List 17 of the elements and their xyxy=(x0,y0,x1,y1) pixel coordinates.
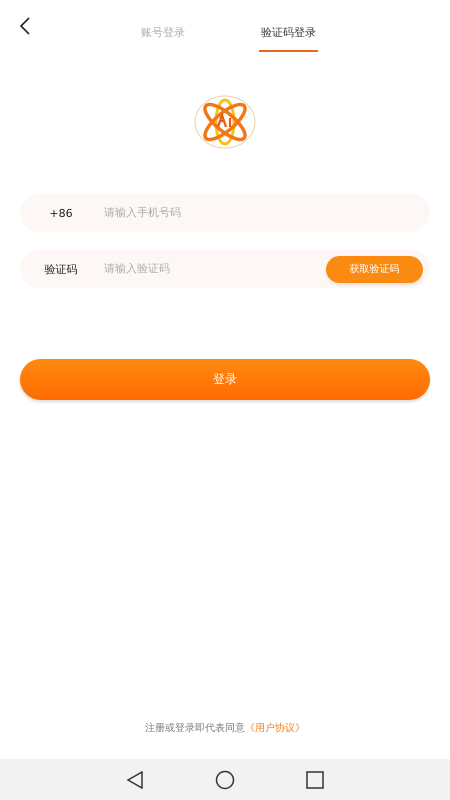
logo-icon xyxy=(193,94,257,150)
home-icon[interactable] xyxy=(214,770,235,790)
code-label: 验证码 xyxy=(44,262,78,276)
tab[interactable]: 验证码登录 xyxy=(259,10,318,52)
phone-input[interactable]: 请输入手机号码 xyxy=(102,206,430,220)
back-icon[interactable] xyxy=(126,770,144,788)
tab[interactable]: 账号登录 xyxy=(139,10,187,52)
code-field[interactable]: 验证码 请输入验证码 获取验证码 xyxy=(20,250,430,288)
login-button[interactable]: 登录 xyxy=(20,359,430,400)
phone-field[interactable]: +86 请输入手机号码 xyxy=(20,194,430,232)
recents-icon[interactable] xyxy=(306,770,324,788)
agreement-link[interactable]: 《用户协议》 xyxy=(245,723,305,734)
code-input[interactable]: 请输入验证码 xyxy=(102,262,326,276)
get-code-button[interactable]: 获取验证码 xyxy=(326,256,423,282)
country-code: +86 xyxy=(48,206,74,220)
back-icon[interactable] xyxy=(19,17,31,35)
agreement-text: 注册或登录即代表同意《用户协议》 xyxy=(145,723,305,734)
